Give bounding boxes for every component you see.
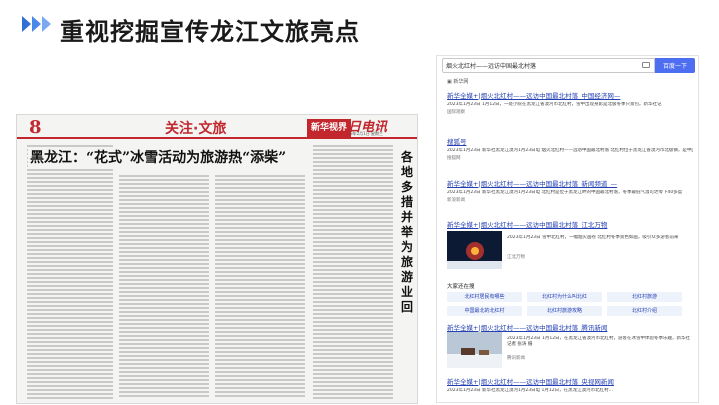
text-column <box>215 175 305 399</box>
related-searches-heading: 大家还在搜 <box>447 284 475 290</box>
result-snippet: 2023年1月23日 雪中北红村，一幅烟火画卷 北红村冬季景色如画，吸引众多游客… <box>507 235 679 240</box>
result-snippet: 2023年1月23日 1月12日，一处小院在黑龙江省漠河市北红村，雪中出现身影是… <box>447 102 662 107</box>
section-label: 关注·文旅 <box>165 121 227 137</box>
text-column <box>313 145 393 401</box>
search-result[interactable]: 新华全媒+|烟火北红村——远访中国最北村落_江北万物 2023年1月23日 雪中… <box>447 219 693 279</box>
search-box[interactable] <box>442 58 655 73</box>
night-village-image <box>447 231 502 269</box>
result-source: 腾讯新闻 <box>507 356 525 361</box>
result-snippet: 2023年1月23日 1月12日，在黑龙江省漠河市北红村，游客在冰雪中体验冬季乐… <box>507 336 691 347</box>
search-results-window: 百度一下 ▣ 新华网 新华全媒+|烟火北红村——远访中国最北村落_中国经济网— … <box>436 55 699 403</box>
result-title[interactable]: 新华全媒+|烟火北红村——远访中国最北村落_中国经济网— <box>447 90 693 100</box>
text-column <box>27 145 113 401</box>
result-snippet: 2023年1月23日 新华社黑龙江漠河1月23日电 北红村是位于黑龙江畔的中国最… <box>447 190 683 195</box>
related-search-chip[interactable]: 北红村旅游 <box>607 292 682 302</box>
chevron-arrows-icon <box>22 16 51 32</box>
slide-title: 重视挖掘宣传龙江文旅亮点 <box>60 18 360 46</box>
result-snippet: 2023年1月23日 新华社黑龙江漠河1月23日电 1月12日，在黑龙江漠河市北… <box>447 388 613 393</box>
result-source: 新浪新闻 <box>447 198 465 203</box>
search-button[interactable]: 百度一下 <box>655 58 695 73</box>
xinhua-stamp: 新华视界 <box>307 119 351 137</box>
result-title[interactable]: 新华全媒+|烟火北红村——远访中国最北村落_江北万物 <box>447 219 693 229</box>
result-source: 搜狐网 <box>447 156 461 161</box>
search-result[interactable]: 新华全媒+|烟火北红村——远访中国最北村落_新闻频道_— 2023年1月23日 … <box>447 178 693 203</box>
snow-horse-image <box>447 332 502 368</box>
newspaper-headline: 黑龙江：“花式”冰雪活动为旅游热“添柴” <box>28 147 289 167</box>
vertical-title: 各地多措并举为旅游业回 <box>400 150 414 390</box>
newspaper-header: 8 关注·文旅 新华每日电讯 2023年2月1日 星期三 <box>17 115 417 139</box>
result-title[interactable]: 新华全媒+|烟火北红村——远访中国最北村落_央视网新闻 <box>447 376 693 386</box>
search-result[interactable]: 搜狐号 2023年1月23日 新华社黑龙江漠河1月23日电 烟火北红村——远访中… <box>447 136 693 161</box>
result-source: 江北万物 <box>507 255 525 260</box>
search-result[interactable]: 新华全媒+|烟火北红村——远访中国最北村落_中国经济网— 2023年1月23日 … <box>447 90 693 115</box>
result-source[interactable]: ▣ 新华网 <box>447 78 468 85</box>
related-search-chip[interactable]: 北红村居民有哪些 <box>447 292 522 302</box>
result-title[interactable]: 新华全媒+|烟火北红村——远访中国最北村落_新闻频道_— <box>447 178 693 188</box>
search-result[interactable]: 新华全媒+|烟火北红村——远访中国最北村落_腾讯新闻 2023年1月23日 1月… <box>447 322 693 372</box>
result-title[interactable]: 搜狐号 <box>447 136 693 146</box>
text-column <box>119 175 209 399</box>
related-search-chip[interactable]: 北红村介绍 <box>607 306 682 316</box>
search-input[interactable] <box>446 62 616 69</box>
search-result[interactable]: 新华全媒+|烟火北红村——远访中国最北村落_央视网新闻 2023年1月23日 新… <box>447 376 693 394</box>
page-number: 8 <box>29 117 42 138</box>
result-snippet: 2023年1月23日 新华社黑龙江漠河1月23日电 烟火北红村——远访中国最北村… <box>447 148 693 153</box>
result-thumbnail[interactable] <box>447 231 502 269</box>
related-search-chip[interactable]: 中国最北的北红村 <box>447 306 522 316</box>
result-source: 国际观察 <box>447 110 465 115</box>
related-search-chip[interactable]: 北红村为什么叫北红 <box>527 292 602 302</box>
related-search-chip[interactable]: 北红村旅游攻略 <box>527 306 602 316</box>
result-thumbnail[interactable] <box>447 332 502 370</box>
camera-icon[interactable] <box>642 62 650 68</box>
result-title[interactable]: 新华全媒+|烟火北红村——远访中国最北村落_腾讯新闻 <box>447 322 693 332</box>
